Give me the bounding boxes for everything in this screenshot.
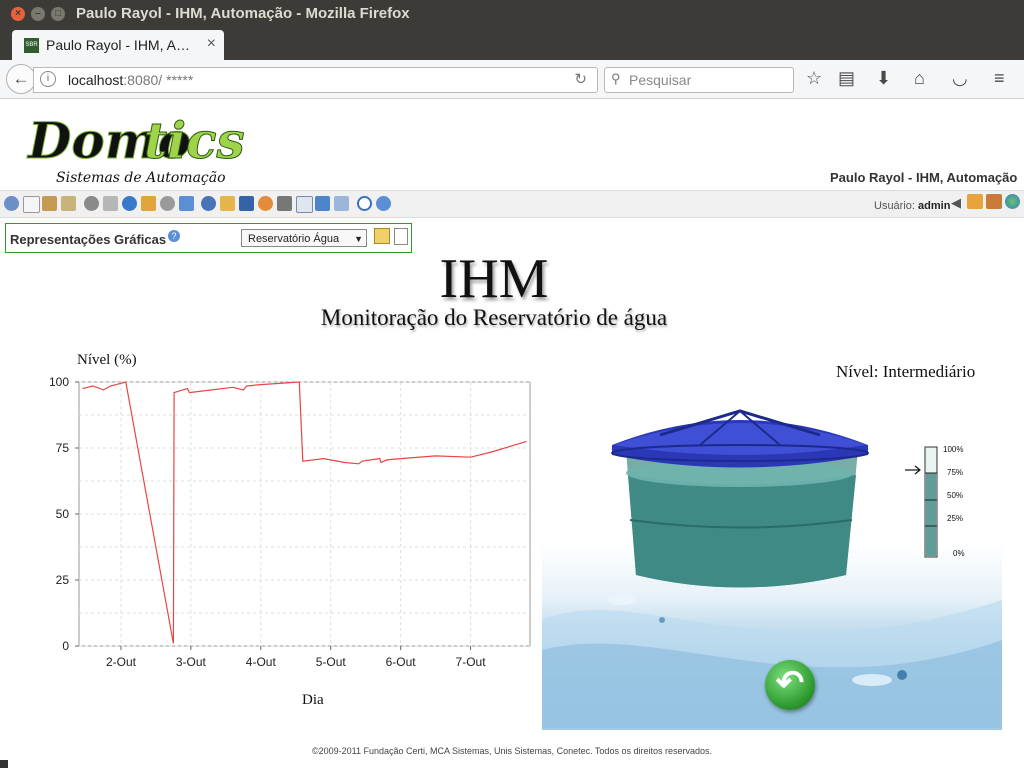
logo-accent-text: tics xyxy=(144,111,245,170)
settings-icon[interactable] xyxy=(84,196,99,211)
nivel-value: Intermediário xyxy=(882,362,976,381)
search-input[interactable]: ⚲ Pesquisar xyxy=(604,67,794,93)
alarm-icon[interactable] xyxy=(141,196,156,211)
window-titlebar: × – □ Paulo Rayol - IHM, Automação - Moz… xyxy=(0,0,1024,28)
nivel-status: Nível: Intermediário xyxy=(836,362,975,382)
level-pointer-icon xyxy=(905,465,921,475)
window-title: Paulo Rayol - IHM, Automação - Mozilla F… xyxy=(76,5,410,22)
gauge-label-0: 0% xyxy=(953,549,965,558)
level-gauge: 100% 75% 50% 25% 0% xyxy=(905,445,965,558)
chart-x-tick-label: 4-Out xyxy=(246,655,277,669)
username: admin xyxy=(918,200,951,212)
tab-close-icon[interactable]: × xyxy=(207,35,216,53)
browser-tab[interactable]: SBR Paulo Rayol - IHM, A… × xyxy=(12,30,224,60)
user-info: Usuário: admin xyxy=(874,200,951,212)
page-subtitle: Monitoração do Reservatório de água xyxy=(320,305,668,330)
nivel-label: Nível: xyxy=(836,362,879,381)
tab-bar: SBR Paulo Rayol - IHM, A… × + xyxy=(0,28,1024,83)
domotics-logo: Domo tics Sistemas de Automação xyxy=(26,108,246,193)
signal-icon[interactable] xyxy=(258,196,273,211)
chart-y-tick-label: 100 xyxy=(49,375,69,389)
link-icon[interactable] xyxy=(160,196,175,211)
clock-icon[interactable] xyxy=(122,196,137,211)
gauge-label-50: 50% xyxy=(947,491,963,500)
add-document-icon[interactable] xyxy=(394,228,408,245)
chart-x-tick-label: 3-Out xyxy=(176,655,207,669)
chart-x-tick-label: 2-Out xyxy=(106,655,137,669)
view-icon[interactable] xyxy=(4,196,19,211)
home-icon[interactable]: ⌂ xyxy=(914,68,925,89)
document-icon[interactable] xyxy=(179,196,194,211)
tools-icon[interactable] xyxy=(277,196,292,211)
home-icon[interactable] xyxy=(967,194,983,209)
edit-icon[interactable] xyxy=(42,196,57,211)
reload-icon[interactable]: ↻ xyxy=(574,70,587,88)
representation-selected-value: Reservatório Água xyxy=(248,233,340,245)
back-arrow-button[interactable]: ↶ xyxy=(765,660,815,710)
representation-select[interactable]: Reservatório Água ▼ xyxy=(241,229,367,247)
gauge-label-75: 75% xyxy=(947,468,963,477)
chart-x-tick-label: 7-Out xyxy=(456,655,487,669)
database-icon[interactable] xyxy=(103,196,118,211)
back-icon[interactable]: ← xyxy=(6,64,36,94)
chart-y-axis-label: Nível (%) xyxy=(77,352,137,368)
edit-pencil-icon[interactable] xyxy=(374,228,390,244)
window-icon[interactable] xyxy=(296,196,313,213)
tab-label: Paulo Rayol - IHM, A… xyxy=(46,37,190,53)
corner-marker xyxy=(0,760,8,768)
water-tank-illustration xyxy=(611,409,869,588)
chart-y-tick-label: 50 xyxy=(56,507,70,521)
navigation-bar: ← i localhost:8080/ ***** ↻ ⚲ Pesquisar … xyxy=(0,60,1024,99)
chart-x-tick-label: 5-Out xyxy=(316,655,347,669)
info-icon[interactable]: i xyxy=(40,71,56,87)
footer-copyright: ©2009-2011 Fundação Certi, MCA Sistemas,… xyxy=(312,746,712,756)
chart-y-tick-label: 0 xyxy=(62,639,69,653)
bookmark-star-icon[interactable]: ☆ xyxy=(806,68,822,89)
download-icon[interactable]: ⬇ xyxy=(876,68,891,89)
window-maximize-button[interactable]: □ xyxy=(51,7,65,21)
water-level-chart: 0 25 50 75 100 2-Out 3-Out 4-Out 5-Out 6-Out 7-Out xyxy=(49,375,531,669)
pages-icon[interactable] xyxy=(334,196,349,211)
header-user-title: Paulo Rayol - IHM, Automação xyxy=(830,170,1018,185)
sound-icon[interactable]: ◀ xyxy=(951,195,966,210)
page-title: IHM xyxy=(439,248,549,310)
help-icon[interactable]: ? xyxy=(168,230,180,242)
url-text: localhost:8080/ ***** xyxy=(68,72,194,88)
report-icon[interactable] xyxy=(239,196,254,211)
help-icon[interactable] xyxy=(376,196,391,211)
refresh-icon[interactable] xyxy=(315,196,330,211)
menu-icon[interactable]: ≡ xyxy=(994,68,1005,89)
favicon-icon: SBR xyxy=(24,38,39,53)
window-close-button[interactable]: × xyxy=(11,7,25,21)
window-minimize-button[interactable]: – xyxy=(31,7,45,21)
search-placeholder: Pesquisar xyxy=(629,72,692,88)
representacoes-title: Representações Gráficas xyxy=(10,232,167,247)
address-bar[interactable]: i localhost:8080/ ***** ↻ xyxy=(33,67,598,93)
new-page-icon[interactable] xyxy=(23,196,40,213)
home-settings-icon[interactable] xyxy=(986,194,1002,209)
gauge-label-25: 25% xyxy=(947,514,963,523)
stop-icon[interactable] xyxy=(357,196,372,211)
list-icon[interactable] xyxy=(61,196,76,211)
chevron-down-icon: ▼ xyxy=(354,234,363,244)
chart-x-axis-label: Dia xyxy=(302,692,324,708)
pocket-icon[interactable]: ◡ xyxy=(952,68,968,89)
chart-x-tick-label: 6-Out xyxy=(386,655,417,669)
app-toolbar: Usuário: admin ◀ xyxy=(0,190,1024,218)
gauge-label-100: 100% xyxy=(943,445,963,454)
globe-icon[interactable] xyxy=(1005,194,1020,209)
user-icon[interactable] xyxy=(201,196,216,211)
users-icon[interactable] xyxy=(220,196,235,211)
chart-y-tick-label: 75 xyxy=(56,441,70,455)
reading-list-icon[interactable]: ▤ xyxy=(838,68,855,89)
chart-y-tick-label: 25 xyxy=(56,573,70,587)
logo-tagline: Sistemas de Automação xyxy=(56,170,226,186)
search-icon: ⚲ xyxy=(611,71,621,86)
